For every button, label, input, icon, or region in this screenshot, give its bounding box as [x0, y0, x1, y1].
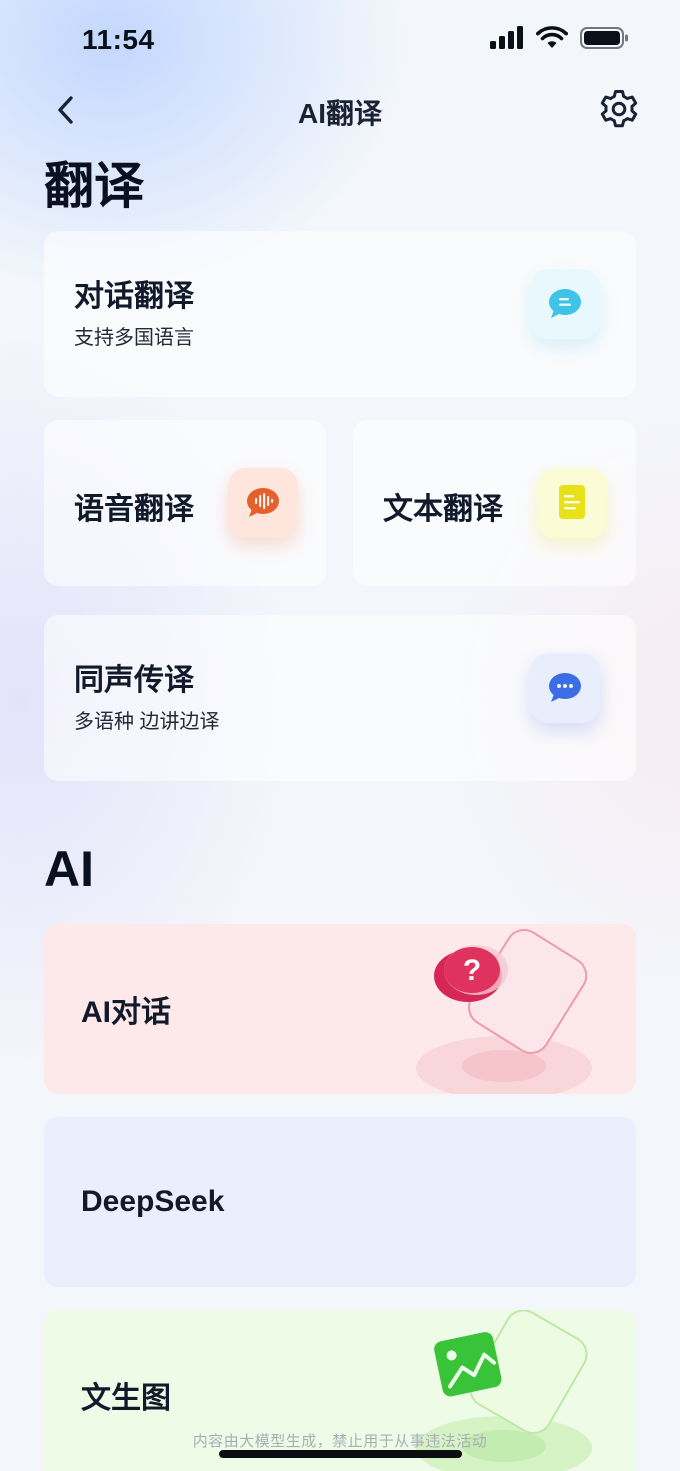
- nav-bar: AI翻译: [0, 84, 680, 136]
- page-title: AI翻译: [297, 98, 382, 129]
- status-time: 11:54: [82, 24, 155, 55]
- status-bar: 11:54: [0, 0, 680, 80]
- text-translation-card[interactable]: 文本翻译: [353, 420, 636, 586]
- card-title: AI对话: [81, 996, 171, 1029]
- dialog-translation-card[interactable]: 对话翻译 支持多国语言: [44, 231, 636, 397]
- card-subtitle: 多语种 边讲边译: [74, 711, 220, 733]
- card-title: 同声传译: [74, 664, 194, 697]
- section-title-ai: AI: [44, 841, 94, 897]
- home-indicator[interactable]: [219, 1450, 462, 1458]
- section-title-translate: 翻译: [44, 158, 144, 214]
- question-bubble-icon: ?: [416, 928, 592, 1094]
- question-mark: ?: [463, 954, 481, 987]
- card-title: 文本翻译: [383, 493, 503, 526]
- chat-bubble-icon: [530, 269, 600, 339]
- speech-dots-icon: [530, 653, 600, 723]
- settings-button[interactable]: [596, 86, 642, 132]
- document-icon: [537, 468, 607, 538]
- status-icons: [490, 26, 630, 50]
- battery-icon: [580, 27, 628, 49]
- card-title: 对话翻译: [74, 280, 194, 313]
- wifi-icon: [536, 26, 568, 48]
- card-subtitle: 支持多国语言: [74, 327, 194, 349]
- card-title: 语音翻译: [74, 493, 194, 526]
- ai-chat-card[interactable]: AI对话 ?: [44, 924, 636, 1094]
- gear-icon: [600, 90, 638, 128]
- voice-bubble-icon: [228, 468, 298, 538]
- deepseek-card[interactable]: DeepSeek: [44, 1117, 636, 1287]
- card-title: DeepSeek: [81, 1185, 225, 1218]
- cellular-signal-icon: [490, 26, 523, 49]
- ai-disclaimer: 内容由大模型生成，禁止用于从事违法活动: [192, 1433, 488, 1450]
- simultaneous-interpretation-card[interactable]: 同声传译 多语种 边讲边译: [44, 615, 636, 781]
- voice-translation-card[interactable]: 语音翻译: [44, 420, 326, 586]
